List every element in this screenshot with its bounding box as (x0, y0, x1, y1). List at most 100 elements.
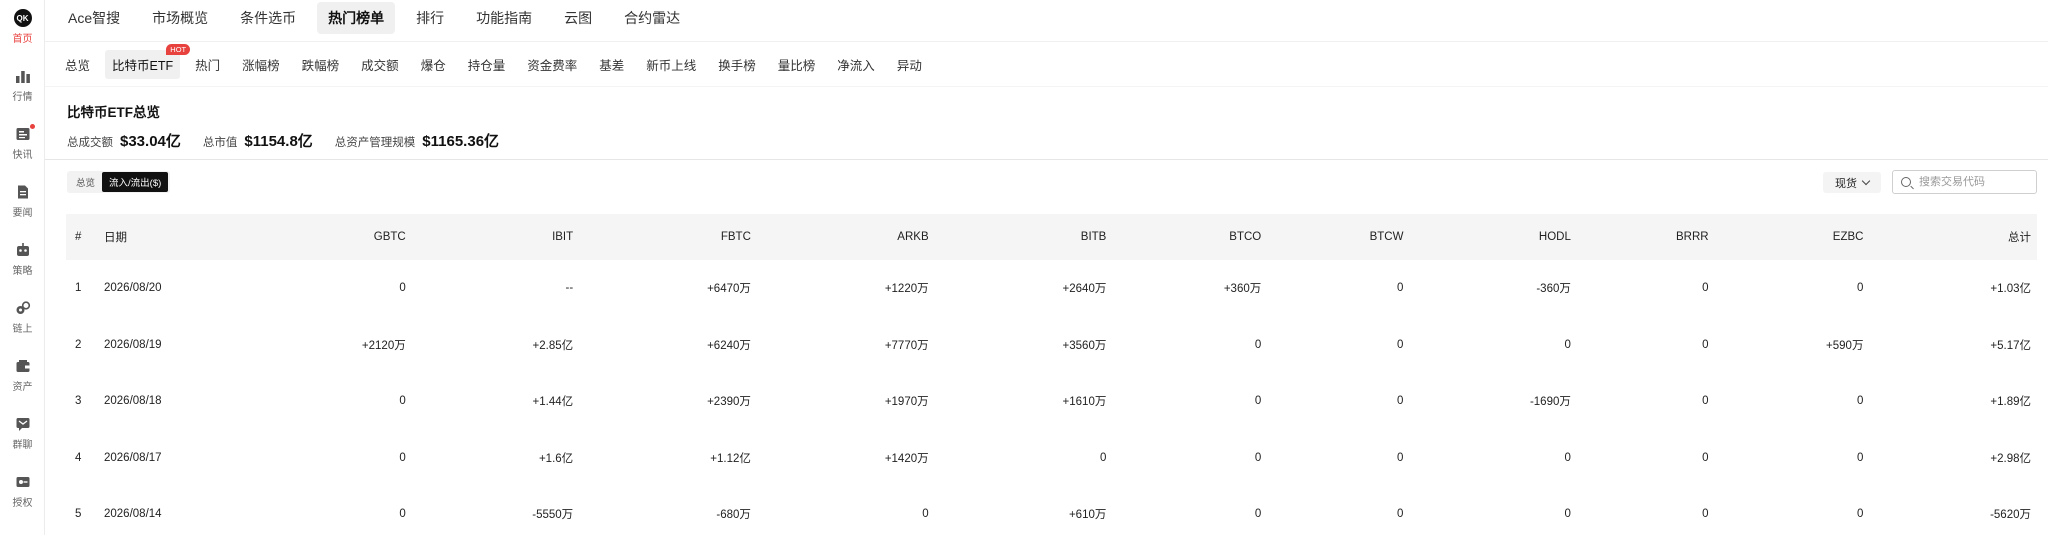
subnav-tab-net-inflow[interactable]: 净流入 (830, 50, 882, 79)
subnav-tab-losers[interactable]: 跌幅榜 (295, 50, 347, 79)
table-cell: 0 (1702, 508, 1709, 521)
search-box (1892, 170, 2037, 194)
table-cell: 0 (1702, 451, 1709, 464)
sidebar-item-home[interactable]: QK 首页 (0, 8, 45, 45)
subnav-tab-open-interest[interactable]: 持仓量 (461, 50, 513, 79)
subnav-tab-turnover[interactable]: 换手榜 (711, 50, 763, 79)
subnav-tab-volume-ratio[interactable]: 量比榜 (771, 50, 823, 79)
table-cell: +1.89亿 (1990, 396, 2031, 409)
table-cell: +1610万 (1062, 396, 1107, 409)
sidebar-item-flash[interactable]: 快讯 (0, 124, 45, 161)
stat-label: 总市值 (202, 137, 238, 149)
sidebar-item-label: 资产 (12, 382, 33, 393)
table-cell: 0 (399, 508, 406, 521)
hot-badge: HOT (166, 43, 191, 55)
column-header: HODL (1538, 231, 1571, 243)
table-row[interactable]: 3 2026/08/18 0 +1.44亿 +2390万 +1970万 +1610万 0 0 -1… (66, 373, 2037, 430)
table-cell: 0 (1564, 451, 1571, 464)
bar-chart-icon (13, 66, 33, 86)
divider (45, 159, 2048, 160)
search-input[interactable] (1919, 176, 2029, 188)
subnav-tab-bitcoin-etf[interactable]: 比特币ETF HOT (105, 43, 191, 79)
column-header: 总计 (2008, 232, 2031, 244)
table-cell: 2026/08/17 (104, 451, 162, 464)
subnav-tab-gainers[interactable]: 涨幅榜 (235, 50, 287, 79)
table-cell: +1.6亿 (538, 452, 574, 465)
sidebar-item-headlines[interactable]: 要闻 (0, 182, 45, 219)
logo-icon: QK (13, 8, 33, 28)
sidebar-item-market[interactable]: 行情 (0, 66, 45, 103)
divider (45, 41, 2048, 42)
subnav-tab-volume[interactable]: 成交额 (354, 50, 406, 79)
left-sidebar: QK 首页 行情 快讯 要闻 策略 链上 资产 群聊 授权 (0, 0, 45, 535)
sidebar-item-authorize[interactable]: 授权 (0, 472, 45, 509)
table-cell: +3560万 (1062, 339, 1107, 352)
table-cell: +2390万 (707, 396, 751, 409)
sidebar-item-assets[interactable]: 资产 (0, 356, 45, 393)
sidebar-item-label: 快讯 (12, 150, 33, 161)
table-cell: 0 (1397, 338, 1404, 351)
topnav-tab-ranking[interactable]: 排行 (405, 2, 455, 34)
sidebar-item-label: 群聊 (12, 440, 33, 451)
topnav-tab-coin-screener[interactable]: 条件选币 (229, 2, 307, 34)
subnav-tab-new-listings[interactable]: 新币上线 (639, 50, 703, 79)
table-cell: 0 (1254, 338, 1262, 351)
table-row[interactable]: 5 2026/08/14 0 -5550万 -680万 0 +610万 0 0 0 0 0 -5620万 (66, 486, 2037, 535)
news-icon (13, 124, 35, 144)
topnav-tab-contract-radar[interactable]: 合约雷达 (613, 2, 691, 34)
table-cell: +1.03亿 (1990, 283, 2031, 296)
table-cell: +1970万 (884, 396, 929, 409)
subnav-tab-hot[interactable]: 热门 (188, 50, 227, 79)
overview-title: 比特币ETF总览 (67, 105, 160, 120)
chat-icon (13, 414, 33, 434)
table-row[interactable]: 2 2026/08/19 +2120万 +2.85亿 +6240万 +7770万 +3560… (66, 317, 2037, 374)
column-header: BTCW (1369, 231, 1404, 243)
subnav-tab-overview[interactable]: 总览 (58, 50, 97, 79)
subnav-tab-funding-rate[interactable]: 资金费率 (520, 50, 584, 79)
market-type-select[interactable]: 现货 (1823, 172, 1881, 193)
column-header: 日期 (104, 232, 127, 244)
subnav-tab-liquidations[interactable]: 爆仓 (414, 50, 453, 79)
table-cell: 0 (1702, 282, 1709, 295)
sidebar-item-onchain[interactable]: 链上 (0, 298, 45, 335)
table-cell: 2026/08/20 (104, 282, 162, 295)
table-cell: +2.98亿 (1990, 452, 2031, 465)
chevron-down-icon (1861, 176, 1871, 186)
table-cell: 0 (1254, 395, 1262, 408)
table-cell: -- (565, 282, 574, 295)
table-cell: +2640万 (1062, 283, 1107, 296)
table-cell: 1 (75, 282, 82, 295)
subnav-tab-anomalies[interactable]: 异动 (890, 50, 929, 79)
sidebar-item-label: 策略 (12, 266, 33, 277)
table-cell: 0 (922, 508, 929, 521)
table-cell: 0 (1564, 338, 1571, 351)
table-cell: 2026/08/14 (104, 508, 162, 521)
table-body: 1 2026/08/20 0 -- +6470万 +1220万 +2640万 +360万 0 -3… (66, 260, 2037, 535)
stat-label: 总成交额 (67, 137, 113, 149)
table-cell: 3 (75, 395, 82, 408)
segment-overview[interactable]: 总览 (69, 172, 102, 192)
robot-icon (13, 240, 33, 260)
sidebar-item-groupchat[interactable]: 群聊 (0, 414, 45, 451)
wallet-icon (13, 356, 33, 376)
segment-inflow-outflow[interactable]: 流入/流出($) (102, 172, 169, 192)
topnav-tab-market-overview[interactable]: 市场概览 (141, 2, 219, 34)
sub-nav: 总览 比特币ETF HOT 热门 涨幅榜 跌幅榜 成交额 爆仓 持仓量 资金费率 … (45, 43, 2048, 79)
topnav-tab-guide[interactable]: 功能指南 (465, 2, 543, 34)
subnav-tab-basis[interactable]: 基差 (592, 50, 631, 79)
sidebar-item-label: 授权 (12, 498, 33, 509)
table-row[interactable]: 1 2026/08/20 0 -- +6470万 +1220万 +2640万 +360万 0 -3… (66, 260, 2037, 317)
sidebar-item-label: 要闻 (12, 208, 33, 219)
topnav-tab-ace-search[interactable]: Ace智搜 (57, 2, 131, 34)
sidebar-item-strategy[interactable]: 策略 (0, 240, 45, 277)
topnav-tab-hot-lists[interactable]: 热门榜单 (317, 2, 396, 34)
table-row[interactable]: 4 2026/08/17 0 +1.6亿 +1.12亿 +1420万 0 0 0 0 0 0 +2.98… (66, 430, 2037, 487)
table-cell: +1220万 (884, 283, 929, 296)
table-cell: +590万 (1826, 339, 1864, 352)
column-header: BITB (1080, 231, 1107, 243)
table-cell: +360万 (1223, 283, 1262, 296)
topnav-tab-cloud-map[interactable]: 云图 (553, 2, 603, 34)
key-icon (13, 472, 33, 492)
table-cell: 0 (1397, 451, 1404, 464)
table-cell: 0 (399, 395, 406, 408)
